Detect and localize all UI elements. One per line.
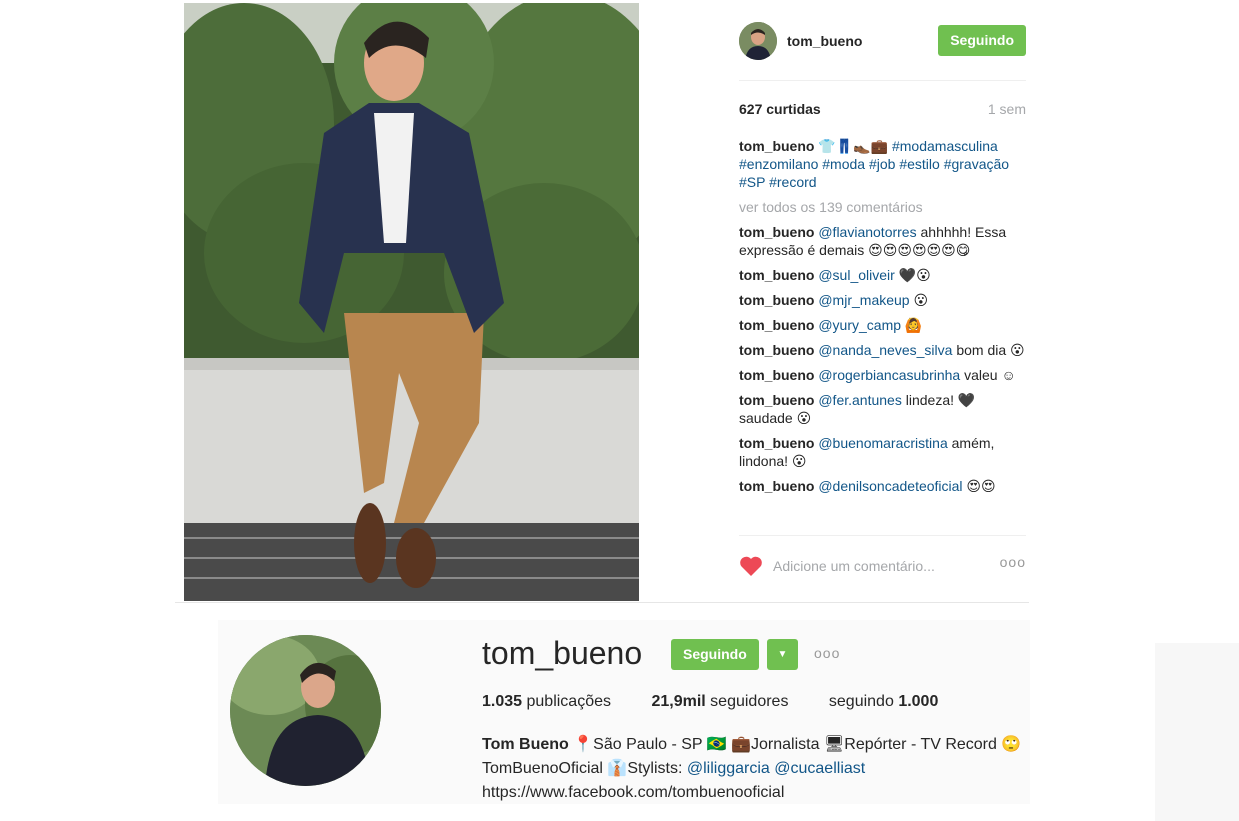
bio-mention[interactable]: @cucaelliast xyxy=(774,760,865,777)
followers-label: seguidores xyxy=(710,693,789,710)
comment-username[interactable]: tom_bueno xyxy=(739,478,814,494)
header-divider xyxy=(739,80,1026,81)
caption-emojis: 👕👖👞💼 xyxy=(818,138,889,154)
comment-username[interactable]: tom_bueno xyxy=(739,292,814,308)
more-options-icon[interactable]: ooo xyxy=(814,645,840,661)
posts-label: publicações xyxy=(526,693,612,710)
bio-line-3: https://www.facebook.com/tombuenooficial xyxy=(482,781,1022,805)
comment-item: tom_bueno @fer.antunes lindeza! 🖤 saudad… xyxy=(739,391,1026,427)
side-panel xyxy=(1155,643,1239,821)
comment-item: tom_bueno @nanda_neves_silva bom dia 😮 xyxy=(739,341,1026,359)
profile-following-button[interactable]: Seguindo xyxy=(671,639,759,670)
comment-item: tom_bueno @sul_oliveir 🖤😮 xyxy=(739,266,1026,284)
more-options-icon[interactable]: ooo xyxy=(1000,554,1026,570)
following-count: 1.000 xyxy=(898,693,939,710)
add-comment-row: ooo xyxy=(739,554,1026,578)
comment-mention[interactable]: @buenomaracristina xyxy=(818,435,947,451)
bio-line-1: Tom Bueno 📍São Paulo - SP 🇧🇷 💼Jornalista… xyxy=(482,733,1022,757)
post-card: tom_bueno Seguindo 627 curtidas 1 sem to… xyxy=(175,0,1029,603)
bio-mention[interactable]: @liliggarcia xyxy=(687,760,770,777)
comment-text: 😮 xyxy=(909,292,929,308)
bio-line-2: TomBuenoOficial 👔Stylists: @liliggarcia … xyxy=(482,757,1022,781)
post-header: tom_bueno Seguindo xyxy=(739,22,1026,62)
comment-mention[interactable]: @flavianotorres xyxy=(818,224,916,240)
comment-username[interactable]: tom_bueno xyxy=(739,392,814,408)
author-avatar[interactable] xyxy=(739,22,777,60)
comment-mention[interactable]: @rogerbiancasubrinha xyxy=(818,367,960,383)
heart-icon[interactable] xyxy=(739,556,763,576)
comment-item: tom_bueno @buenomaracristina amém, lindo… xyxy=(739,434,1026,470)
profile-header: tom_bueno Seguindo ▼ ooo 1.035 publicaçõ… xyxy=(218,620,1030,804)
comment-text: 😍😍 xyxy=(962,478,996,494)
bio-line1-text: 📍São Paulo - SP 🇧🇷 💼Jornalista 🖥Repórter… xyxy=(568,736,1022,753)
comment-mention[interactable]: @mjr_makeup xyxy=(818,292,909,308)
profile-stats: 1.035 publicações 21,9mil seguidores seg… xyxy=(482,693,974,711)
comment-username[interactable]: tom_bueno xyxy=(739,224,814,240)
comment-mention[interactable]: @nanda_neves_silva xyxy=(818,342,952,358)
likes-count[interactable]: 627 curtidas xyxy=(739,101,821,117)
bio-line2-text: TomBuenoOficial 👔Stylists: xyxy=(482,760,687,777)
view-all-comments-link[interactable]: ver todos os 139 comentários xyxy=(739,198,1026,216)
following-button[interactable]: Seguindo xyxy=(938,25,1026,56)
comment-username[interactable]: tom_bueno xyxy=(739,435,814,451)
comment-username[interactable]: tom_bueno xyxy=(739,367,814,383)
comment-item: tom_bueno @mjr_makeup 😮 xyxy=(739,291,1026,309)
comment-item: tom_bueno @rogerbiancasubrinha valeu ☺ xyxy=(739,366,1026,384)
profile-info: tom_bueno Seguindo ▼ ooo 1.035 publicaçõ… xyxy=(482,620,1022,804)
comment-mention[interactable]: @yury_camp xyxy=(818,317,901,333)
comment-text: 🙆 xyxy=(901,317,923,333)
post-time[interactable]: 1 sem xyxy=(988,101,1026,117)
posts-count: 1.035 xyxy=(482,693,523,710)
followers-count: 21,9mil xyxy=(651,693,706,710)
bio-full-name: Tom Bueno xyxy=(482,736,569,753)
following-label: seguindo xyxy=(828,693,894,710)
author-username[interactable]: tom_bueno xyxy=(787,33,862,49)
comment-item: tom_bueno @denilsoncadeteoficial 😍😍 xyxy=(739,477,1026,495)
comment-username[interactable]: tom_bueno xyxy=(739,267,814,283)
comments-list: tom_bueno 👕👖👞💼 #modamasculina #enzomilan… xyxy=(739,137,1026,532)
comment-text: valeu ☺ xyxy=(960,367,1016,383)
comment-username[interactable]: tom_bueno xyxy=(739,342,814,358)
chevron-down-icon[interactable]: ▼ xyxy=(767,639,798,670)
profile-avatar[interactable] xyxy=(230,635,381,786)
post-sidebar: tom_bueno Seguindo 627 curtidas 1 sem to… xyxy=(739,0,1026,603)
followers-stat[interactable]: 21,9mil seguidores xyxy=(651,693,788,711)
following-stat[interactable]: seguindo 1.000 xyxy=(829,693,938,711)
comment-item: tom_bueno @yury_camp 🙆 xyxy=(739,316,1026,334)
likes-row: 627 curtidas 1 sem xyxy=(739,101,1026,119)
post-photo[interactable] xyxy=(184,3,639,601)
profile-bio: Tom Bueno 📍São Paulo - SP 🇧🇷 💼Jornalista… xyxy=(482,733,1022,805)
profile-username: tom_bueno xyxy=(482,635,643,671)
comment-username[interactable]: tom_bueno xyxy=(739,317,814,333)
comments-divider xyxy=(739,535,1026,536)
comment-text: 🖤😮 xyxy=(894,267,931,283)
caption: tom_bueno 👕👖👞💼 #modamasculina #enzomilan… xyxy=(739,137,1026,191)
comment-mention[interactable]: @fer.antunes xyxy=(818,392,902,408)
post-photo-illustration xyxy=(184,3,639,601)
bio-website-link[interactable]: https://www.facebook.com/tombuenooficial xyxy=(482,784,784,801)
comment-text: bom dia 😮 xyxy=(952,342,1025,358)
caption-username[interactable]: tom_bueno xyxy=(739,138,814,154)
comment-item: tom_bueno @flavianotorres ahhhhh! Essa e… xyxy=(739,223,1026,259)
posts-stat: 1.035 publicações xyxy=(482,693,611,711)
comment-mention[interactable]: @denilsoncadeteoficial xyxy=(818,478,962,494)
comment-mention[interactable]: @sul_oliveir xyxy=(818,267,894,283)
comment-input[interactable] xyxy=(773,557,973,575)
